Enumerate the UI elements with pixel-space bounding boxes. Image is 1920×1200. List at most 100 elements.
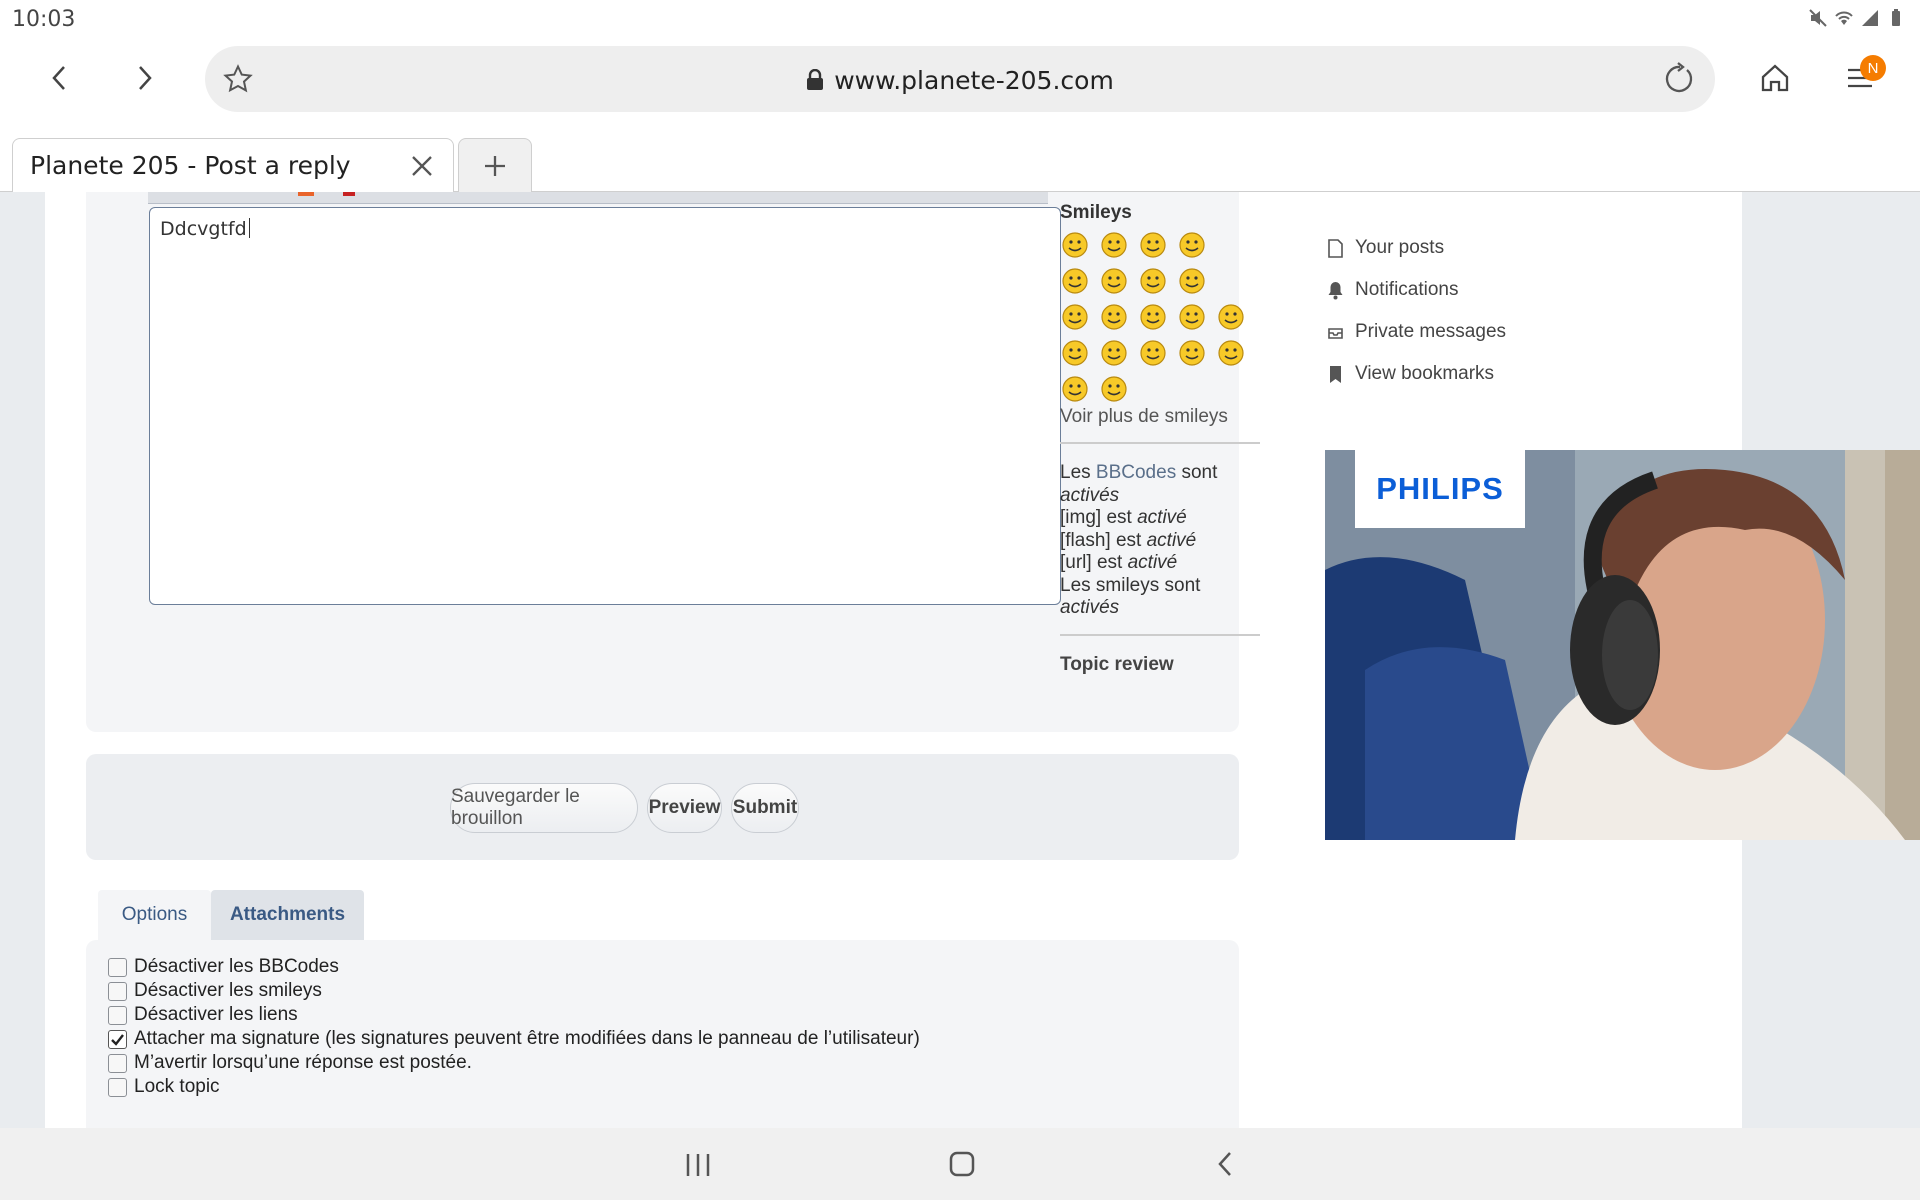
smiley-icon[interactable] — [1099, 338, 1129, 368]
img-status-label: [img] est — [1060, 507, 1132, 528]
smiley-icon[interactable] — [1099, 230, 1129, 260]
checkbox[interactable] — [108, 957, 127, 977]
smiley-icon[interactable] — [1060, 266, 1090, 296]
check-icon — [111, 1033, 124, 1046]
smiley-row — [1060, 338, 1260, 368]
smiley-icon[interactable] — [1177, 230, 1207, 260]
submit-panel: Sauvegarder le brouillon Preview Submit — [86, 754, 1239, 860]
address-bar[interactable]: www.planete-205.com — [205, 46, 1715, 112]
status-bar: 10:03 — [0, 0, 1920, 38]
bookmark-icon — [1330, 365, 1341, 383]
forward-button[interactable] — [118, 52, 170, 104]
option-disable-smileys[interactable]: Désactiver les smileys — [108, 980, 322, 1002]
smileys-status-label: Les smileys sont — [1060, 574, 1201, 596]
option-disable-links[interactable]: Désactiver les liens — [108, 1004, 298, 1026]
tab-title: Planete 205 - Post a reply — [30, 151, 351, 180]
checkbox-checked[interactable] — [108, 1029, 127, 1049]
smiley-row — [1060, 374, 1260, 404]
notifications-label: Notifications — [1355, 279, 1459, 300]
tab-attachments[interactable]: Attachments — [211, 890, 364, 940]
url-status-label: [url] est — [1060, 552, 1123, 573]
option-label: Lock topic — [134, 1076, 220, 1097]
smiley-icon[interactable] — [1099, 302, 1129, 332]
option-lock-topic[interactable]: Lock topic — [108, 1076, 220, 1098]
mute-icon — [1809, 9, 1827, 27]
private-messages-link[interactable]: Private messages — [1328, 311, 1506, 353]
system-nav-bar — [0, 1128, 1920, 1200]
view-bookmarks-link[interactable]: View bookmarks — [1328, 353, 1506, 395]
philips-ad[interactable]: PHILIPS — [1325, 450, 1920, 840]
smiley-icon[interactable] — [1216, 302, 1246, 332]
smiley-icon[interactable] — [1138, 230, 1168, 260]
checkbox[interactable] — [108, 1077, 127, 1097]
tab-strip: Planete 205 - Post a reply — [0, 138, 1920, 192]
option-label: Attacher ma signature (les signatures pe… — [134, 1028, 920, 1049]
menu-button[interactable]: N — [1834, 52, 1886, 104]
smiley-icon[interactable] — [1060, 338, 1090, 368]
close-icon[interactable] — [407, 151, 437, 181]
home-button[interactable] — [1749, 52, 1801, 104]
new-tab-button[interactable] — [458, 138, 532, 192]
preview-button[interactable]: Preview — [647, 783, 722, 833]
signal-icon — [1862, 10, 1878, 26]
submit-button[interactable]: Submit — [731, 783, 799, 833]
smiley-icon[interactable] — [1099, 266, 1129, 296]
smiley-icon[interactable] — [1099, 374, 1129, 404]
editor-panel: Ddcvgtfd Smileys Voir plus de smileys Le… — [86, 192, 1260, 732]
menu-badge: N — [1860, 55, 1886, 81]
more-smileys-link[interactable]: Voir plus de smileys — [1060, 406, 1260, 428]
checkbox[interactable] — [108, 981, 127, 1001]
ad-brand-logo: PHILIPS — [1355, 450, 1525, 528]
smiley-icon[interactable] — [1060, 374, 1090, 404]
home-icon — [1761, 64, 1789, 92]
message-textarea[interactable]: Ddcvgtfd — [149, 207, 1061, 605]
plus-icon — [485, 155, 505, 176]
user-menu: Your posts Notifications Private message… — [1328, 227, 1506, 395]
browser-tab[interactable]: Planete 205 - Post a reply — [12, 138, 454, 192]
url-text: www.planete-205.com — [205, 66, 1715, 95]
view-bookmarks-label: View bookmarks — [1355, 363, 1495, 384]
smiley-icon[interactable] — [1216, 338, 1246, 368]
back-nav-icon[interactable] — [1212, 1150, 1240, 1178]
smiley-icon[interactable] — [1060, 302, 1090, 332]
option-label: Désactiver les liens — [134, 1004, 298, 1025]
status-clock: 10:03 — [12, 7, 76, 32]
option-attach-signature[interactable]: Attacher ma signature (les signatures pe… — [108, 1028, 920, 1050]
document-icon — [1328, 238, 1343, 258]
reload-icon[interactable] — [1661, 61, 1695, 95]
smiley-icon[interactable] — [1177, 302, 1207, 332]
back-button[interactable] — [34, 52, 86, 104]
topic-review-link[interactable]: Topic review — [1060, 654, 1260, 676]
wifi-icon — [1835, 11, 1853, 25]
smiley-icon[interactable] — [1138, 302, 1168, 332]
checkbox[interactable] — [108, 1005, 127, 1025]
smiley-icon[interactable] — [1138, 266, 1168, 296]
bbcode-toolbar — [148, 192, 1048, 204]
smiley-icon[interactable] — [1177, 266, 1207, 296]
smiley-icon[interactable] — [1138, 338, 1168, 368]
your-posts-link[interactable]: Your posts — [1328, 227, 1506, 269]
notifications-link[interactable]: Notifications — [1328, 269, 1506, 311]
flash-status-label: [flash] est — [1060, 529, 1142, 551]
option-notify-reply[interactable]: M’avertir lorsqu’une réponse est postée. — [108, 1052, 472, 1074]
option-label: Désactiver les BBCodes — [134, 956, 339, 977]
browser-toolbar: www.planete-205.com N — [0, 38, 1920, 138]
chevron-left-icon — [52, 66, 65, 90]
status-icons — [1808, 8, 1906, 28]
smiley-icon[interactable] — [1060, 230, 1090, 260]
smiley-grid — [1060, 230, 1260, 404]
smileys-title: Smileys — [1060, 202, 1132, 223]
tab-options[interactable]: Options — [98, 890, 211, 940]
divider — [1060, 633, 1260, 636]
recent-apps-icon[interactable] — [683, 1152, 713, 1178]
flash-status-value: activé — [1146, 529, 1197, 551]
private-messages-label: Private messages — [1355, 321, 1507, 342]
option-disable-bbcode[interactable]: Désactiver les BBCodes — [108, 956, 339, 978]
bbcodes-link[interactable]: BBCodes — [1096, 462, 1176, 483]
save-draft-button[interactable]: Sauvegarder le brouillon — [450, 783, 638, 833]
smiley-row — [1060, 230, 1260, 260]
smiley-icon[interactable] — [1177, 338, 1207, 368]
editor-sidebar: Smileys Voir plus de smileys Les BBCodes… — [1060, 202, 1260, 676]
home-nav-icon[interactable] — [948, 1150, 976, 1178]
checkbox[interactable] — [108, 1053, 127, 1073]
